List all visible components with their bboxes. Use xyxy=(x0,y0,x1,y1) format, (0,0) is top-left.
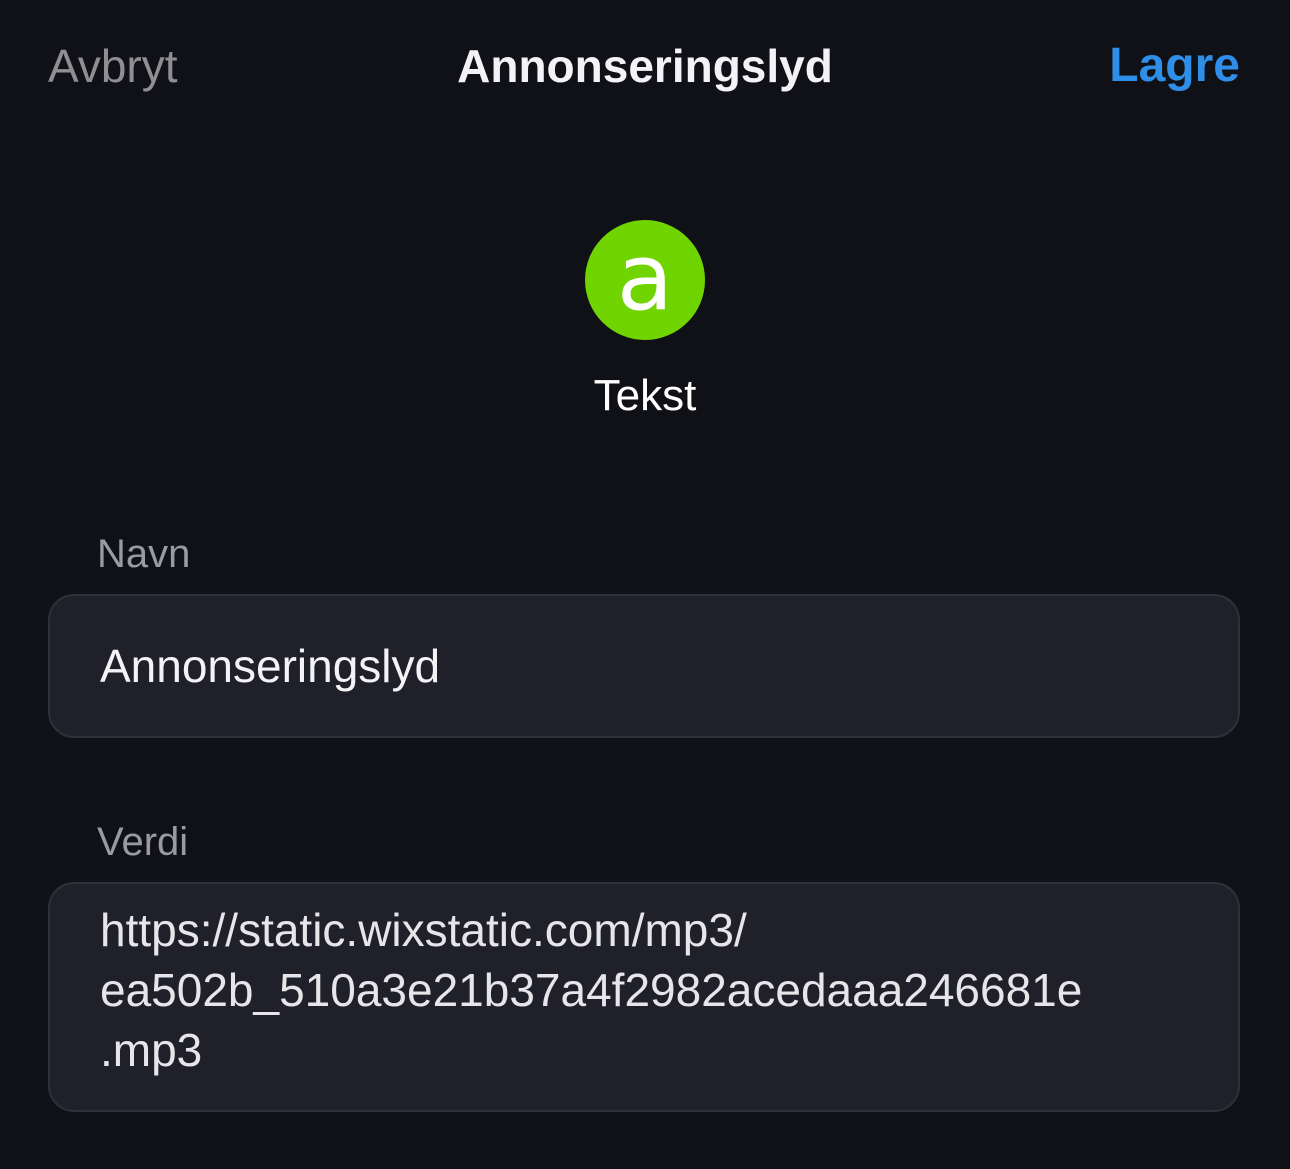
page-title: Annonseringslyd xyxy=(457,40,833,92)
name-field-value[interactable]: Annonseringslyd xyxy=(100,636,440,696)
save-button[interactable]: Lagre xyxy=(1109,38,1240,94)
letter-a-icon[interactable]: a xyxy=(585,220,705,340)
value-field[interactable]: https://static.wixstatic.com/mp3/ ea502b… xyxy=(48,882,1240,1112)
type-label: Tekst xyxy=(593,371,697,420)
name-field-label: Navn xyxy=(97,532,191,576)
type-selector[interactable]: a Tekst xyxy=(0,220,1290,424)
name-field[interactable]: Annonseringslyd xyxy=(48,594,1240,738)
value-field-label: Verdi xyxy=(97,820,189,864)
value-field-text[interactable]: https://static.wixstatic.com/mp3/ ea502b… xyxy=(100,900,1200,1080)
navigation-header: Avbryt Annonseringslyd Lagre xyxy=(0,0,1290,132)
